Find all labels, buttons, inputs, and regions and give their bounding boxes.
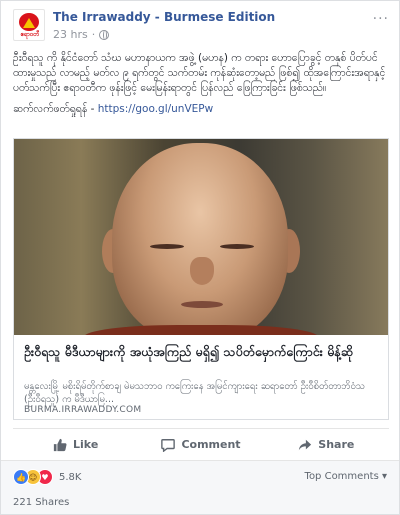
eye-left	[150, 244, 184, 249]
preview-title[interactable]: ဦးဝီရသူ မီဒီယာများကို အယုံအကြည် မရှိ၍ သပ…	[24, 343, 378, 360]
post-card: ဧရာဝတီ The Irrawaddy - Burmese Edition 2…	[0, 0, 400, 515]
share-label: Share	[318, 438, 355, 451]
preview-image[interactable]	[14, 139, 388, 335]
comment-icon	[161, 438, 176, 452]
share-button[interactable]: Share	[264, 429, 389, 460]
post-body: ဦးဝီရသူ ကို နိုင်ငံတော် သံဃ မဟာနာယက အဖွဲ…	[13, 52, 386, 94]
dot-separator: ·	[91, 28, 96, 41]
shares-count[interactable]: 221 Shares	[13, 497, 69, 508]
post-link[interactable]: https://goo.gl/unVEPw	[98, 103, 213, 115]
eye-right	[220, 244, 254, 249]
post-meta: 23 hrs ·	[53, 28, 110, 41]
engagement-summary: 👍 ☺ ♥ 5.8K Top Comments ▾ 221 Shares	[1, 460, 399, 514]
like-button[interactable]: Like	[13, 429, 138, 460]
more-options-icon[interactable]: ···	[373, 11, 389, 27]
post-link-line: ဆက်လက်ဖတ်ရှုရန် - https://goo.gl/unVEPw	[13, 102, 389, 117]
comments-filter-dropdown[interactable]: Top Comments ▾	[305, 471, 387, 482]
like-reaction-icon: 👍	[13, 469, 29, 485]
comment-button[interactable]: Comment	[138, 429, 263, 460]
logo-label: ဧရာဝတီ	[20, 31, 40, 38]
link-prefix: ဆက်လက်ဖတ်ရှုရန် -	[13, 103, 98, 115]
preview-description: မန္တလေးမြို့ မစိုးရိမ်တိုက်စာချ မဲမသဘာဝ …	[24, 381, 366, 405]
nose	[190, 257, 214, 285]
robe	[84, 325, 318, 335]
globe-icon	[99, 29, 110, 40]
thumbs-up-icon	[53, 438, 67, 451]
link-preview[interactable]: ဦးဝီရသူ မီဒီယာများကို အယုံအကြည် မရှိ၍ သပ…	[13, 138, 389, 420]
timestamp-link[interactable]: 23 hrs	[53, 28, 88, 41]
reactions[interactable]: 👍 ☺ ♥ 5.8K	[13, 469, 81, 485]
share-icon	[299, 439, 312, 450]
preview-domain: BURMA.IRRAWADDY.COM	[24, 405, 142, 415]
reaction-count[interactable]: 5.8K	[59, 472, 81, 483]
action-bar: Like Comment Share	[13, 428, 389, 460]
page-name-link[interactable]: The Irrawaddy - Burmese Edition	[53, 10, 275, 24]
post-header: ဧရာဝတီ The Irrawaddy - Burmese Edition 2…	[13, 9, 389, 45]
comment-label: Comment	[181, 438, 241, 451]
logo-triangle	[23, 18, 35, 28]
page-avatar[interactable]: ဧရာဝတီ	[13, 9, 45, 41]
mouth	[181, 301, 223, 308]
like-label: Like	[73, 438, 99, 451]
post-text: ဦးဝီရသူ ကို နိုင်ငံတော် သံဃ မဟာနာယက အဖွဲ…	[13, 51, 389, 123]
